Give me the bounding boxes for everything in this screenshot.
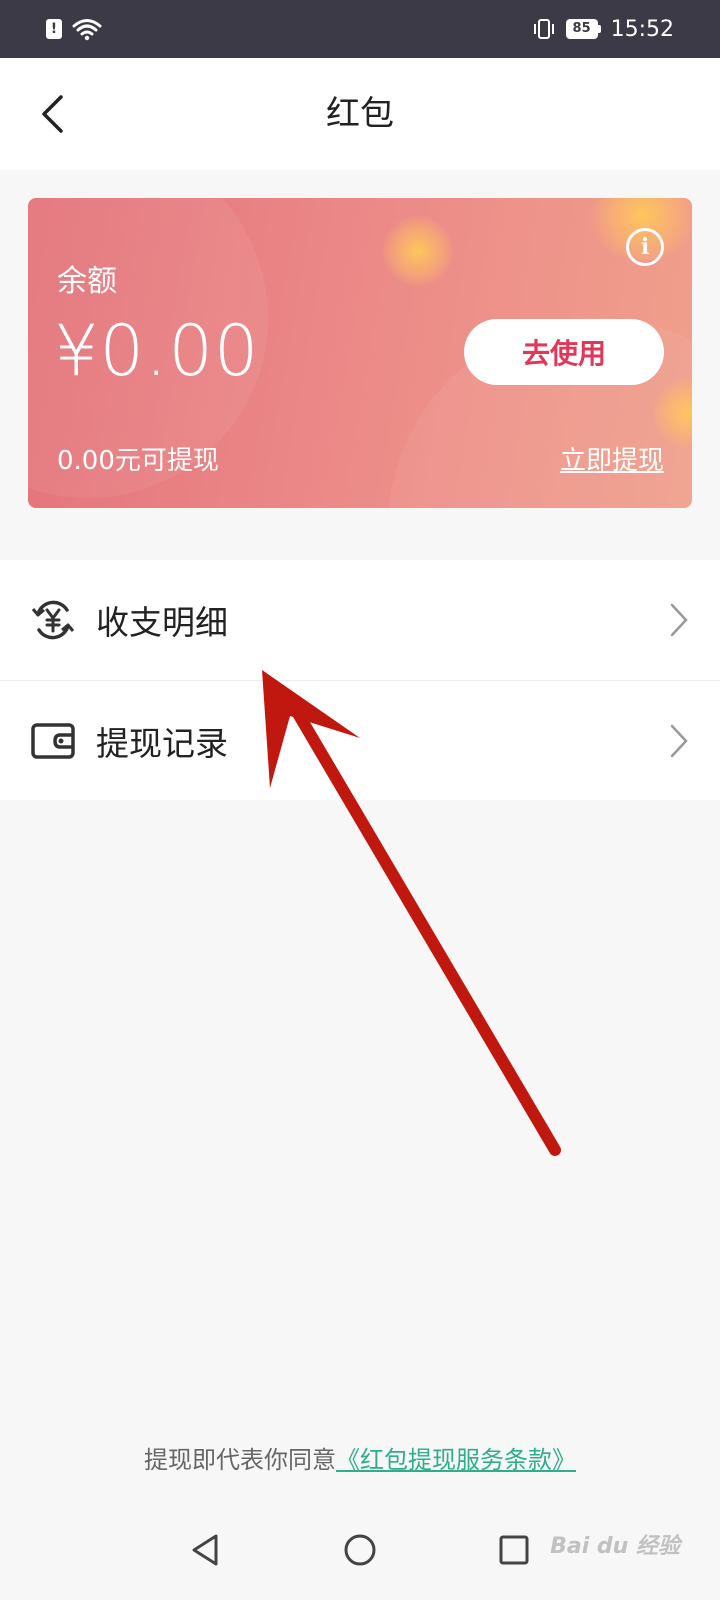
status-left	[46, 17, 102, 41]
list-item-label: 收支明细	[96, 603, 228, 642]
list-item-label: 提现记录	[96, 723, 228, 763]
footer-agreement: 提现即代表你同意《红包提现服务条款》	[0, 1440, 720, 1475]
chevron-right-icon	[670, 603, 688, 637]
status-right: 85 15:52	[532, 17, 674, 42]
sim-alert-icon	[46, 19, 62, 39]
withdraw-now-link[interactable]: 立即提现	[560, 440, 664, 477]
wifi-icon	[72, 19, 102, 41]
use-button[interactable]: 去使用	[464, 319, 664, 385]
agreement-text: 提现即代表你同意	[144, 1446, 336, 1474]
withdrawable-amount: 0.00元可提现	[57, 446, 219, 476]
balance-label: 余额	[57, 264, 117, 299]
yuan-cycle-icon	[30, 597, 76, 643]
battery-indicator: 85	[565, 19, 601, 39]
vibrate-icon	[533, 19, 554, 39]
watermark-logo: Bai du 经验	[550, 1534, 680, 1559]
nav-home-icon[interactable]	[340, 1530, 380, 1570]
terms-link[interactable]: 《红包提现服务条款》	[336, 1446, 576, 1474]
menu-list: 收支明细 提现记录	[0, 560, 720, 800]
wallet-icon	[30, 718, 76, 764]
chevron-right-icon	[670, 724, 688, 758]
list-item-withdraw-records[interactable]: 提现记录	[0, 680, 720, 800]
battery-level: 85	[565, 19, 598, 39]
header: 红包	[0, 58, 720, 170]
balance-card: i 余额 ¥0.00 去使用 0.00元可提现 立即提现	[28, 198, 692, 508]
nav-back-icon[interactable]	[186, 1530, 226, 1570]
card-glow	[383, 216, 453, 286]
page-title: 红包	[326, 94, 394, 134]
info-icon[interactable]: i	[626, 228, 664, 266]
nav-recents-icon[interactable]	[494, 1530, 534, 1570]
status-bar: 85 15:52	[0, 0, 720, 58]
clock: 15:52	[610, 16, 674, 42]
list-item-transactions[interactable]: 收支明细	[0, 560, 720, 680]
balance-amount: ¥0.00	[54, 310, 260, 392]
